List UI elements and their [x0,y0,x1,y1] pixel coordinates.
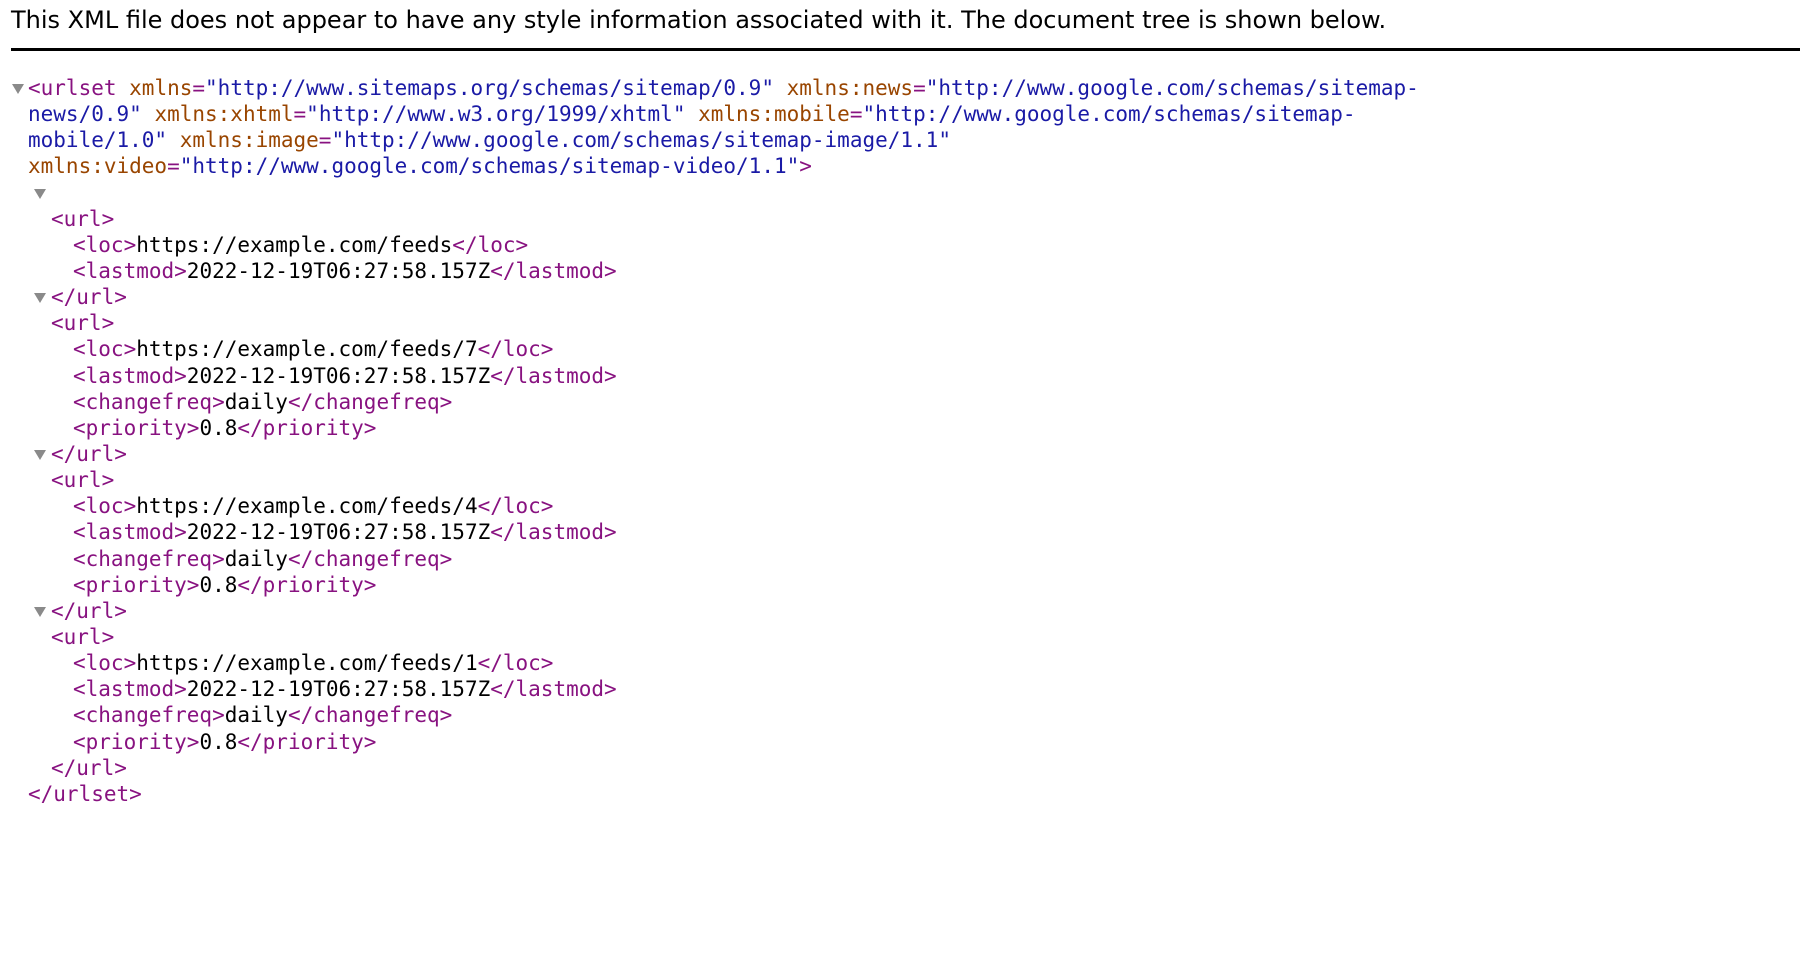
loc-line: <loc>https://example.com/feeds/7</loc> [0,310,1800,361]
urlset-collapse-toggle[interactable] [12,75,26,101]
attr-video-name: xmlns:video [28,154,168,179]
xml-no-style-message: This XML file does not appear to have an… [11,6,1387,34]
priority-line: <priority>0.8</priority> [0,702,1800,754]
attr-news-value-cont: news/0.9" [28,102,142,127]
attr-mobile-name: xmlns:mobile [685,102,850,127]
attr-xmlns-name: xmlns [116,76,193,100]
attr-mobile-value-cont: mobile/1.0" [28,128,168,153]
lastmod-line: <lastmod>2022-12-19T06:27:58.157Z</lastm… [0,493,1800,544]
urlset-open-line-2: news/0.9" xmlns:xhtml="http://www.w3.org… [0,101,1800,127]
attr-news-name: xmlns:news [773,76,914,100]
url-open-line: <url> [0,441,1800,492]
lastmod-line: <lastmod>2022-12-19T06:27:58.157Z</lastm… [0,650,1800,701]
url-collapse-toggle[interactable] [34,180,48,206]
lastmod-line: <lastmod>2022-12-19T06:27:58.157Z</lastm… [0,336,1800,388]
attr-xhtml-value: "http://www.w3.org/1999/xhtml" [306,102,686,127]
priority-line: <priority>0.8</priority> [0,389,1800,440]
urlset-close-tag: </urlset> [28,781,142,806]
attr-video-value: "http://www.google.com/schemas/sitemap-v… [179,154,800,179]
changefreq-line: <changefreq>daily</changefreq> [0,676,1800,727]
attr-eq: = [192,76,206,100]
attr-eq: = [318,128,332,153]
url-close-line: </url> [0,415,1800,466]
url-collapse-toggle[interactable] [34,441,48,467]
attr-eq: = [167,154,180,179]
changefreq-line: <changefreq>daily</changefreq> [0,363,1800,414]
attr-image-value: "http://www.google.com/schemas/sitemap-i… [331,128,951,153]
url-close-line: </url> [0,572,1800,623]
urlset-close-line: </urlset> [0,755,1800,806]
loc-line: <loc>https://example.com/feeds/1</loc> [0,624,1800,675]
url-open-line: <url> [0,180,1800,231]
urlset-open-line-1: <urlset xmlns="http://www.sitemaps.org/s… [0,75,1800,101]
attr-image-name: xmlns:image [167,128,319,153]
triangle-down-icon [34,449,46,460]
triangle-down-icon [12,84,24,94]
url-collapse-toggle[interactable] [34,598,48,624]
url-close-line: </url> [0,258,1800,309]
urlset-open-bracket: > [799,154,812,179]
attr-xhtml-name: xmlns:xhtml [141,102,294,127]
triangle-down-icon [34,188,46,199]
attr-mobile-value: "http://www.google.com/schemas/sitemap- [862,102,1356,127]
attr-eq: = [293,102,307,127]
triangle-down-icon [34,293,46,304]
attr-news-value: "http://www.google.com/schemas/sitemap- [925,76,1419,100]
header-divider [11,48,1800,51]
priority-line: <priority>0.8</priority> [0,546,1800,597]
changefreq-line: <changefreq>daily</changefreq> [0,519,1800,571]
xml-document-tree: <urlset xmlns="http://www.sitemaps.org/s… [0,75,1800,806]
attr-xmlns-value: "http://www.sitemaps.org/schemas/sitemap… [205,76,774,100]
urlset-open-line-4: xmlns:video="http://www.google.com/schem… [0,153,1800,179]
url-close-line: </url> [0,729,1800,780]
attr-eq: = [913,76,926,100]
urlset-open-tag: <urlset [28,76,117,100]
url-collapse-toggle[interactable] [34,284,48,310]
urlset-open-line-3: mobile/1.0" xmlns:image="http://www.goog… [0,127,1800,153]
loc-line: <loc>https://example.com/feeds</loc> [0,206,1800,257]
loc-line: <loc>https://example.com/feeds/4</loc> [0,467,1800,518]
attr-eq: = [849,102,863,127]
url-open-line: <url> [0,598,1800,649]
lastmod-line: <lastmod>2022-12-19T06:27:58.157Z</lastm… [0,232,1800,283]
triangle-down-icon [34,606,46,617]
url-open-line: <url> [0,284,1800,335]
